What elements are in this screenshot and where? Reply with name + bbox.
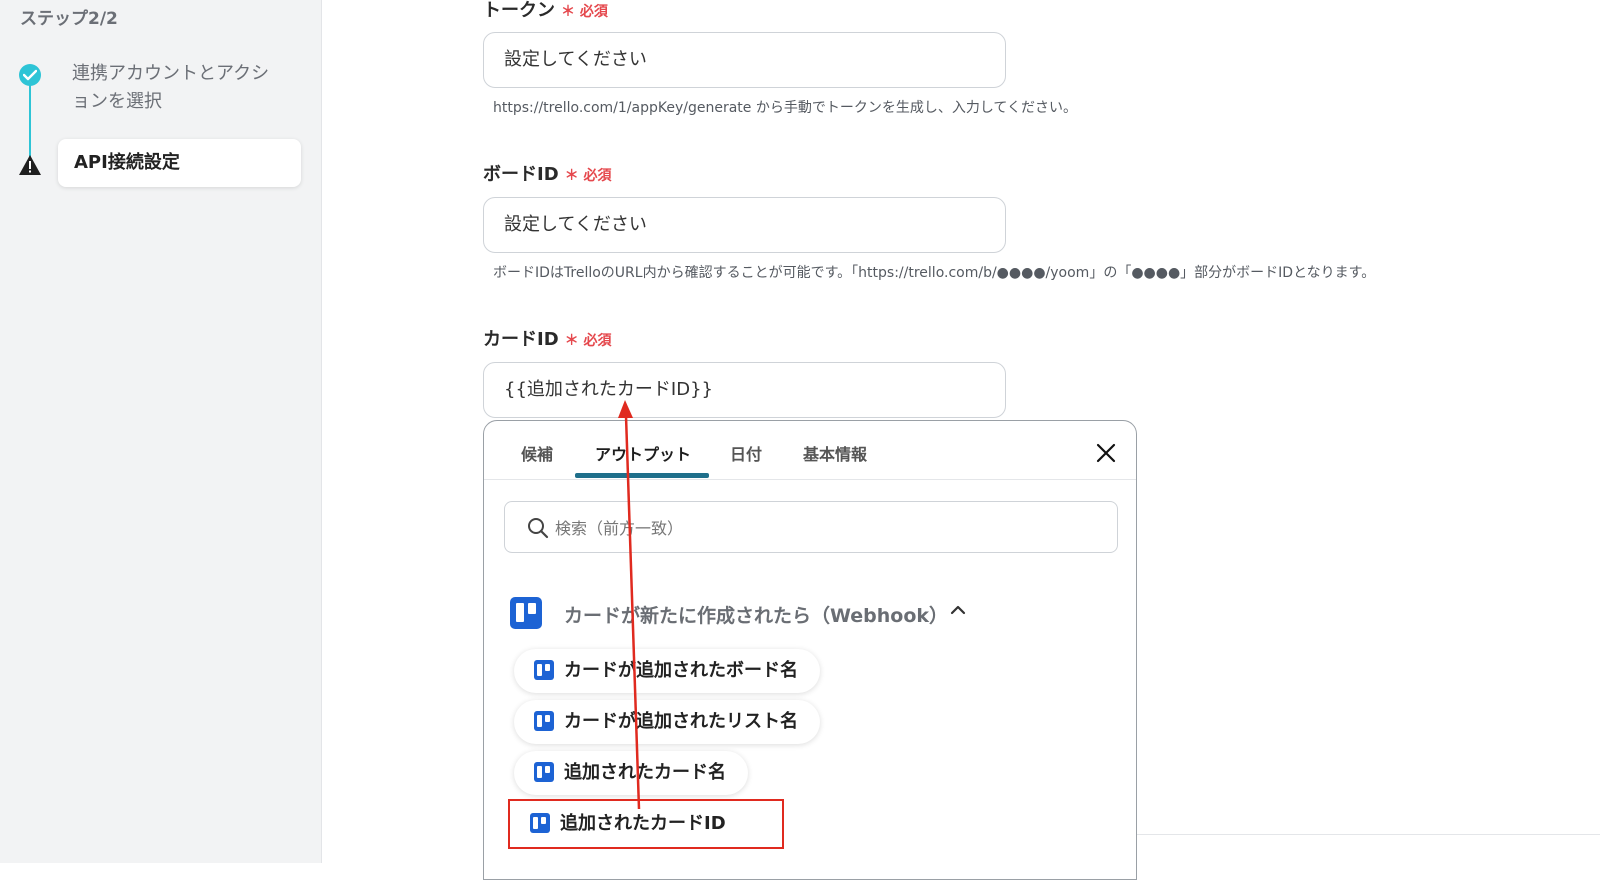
output-item-label: カードが追加されたボード名 <box>564 660 798 681</box>
output-item-label: 追加されたカードID <box>560 813 726 834</box>
board-id-label: ボードID ＊ 必須 <box>483 160 612 186</box>
token-input[interactable]: 設定してください <box>483 32 1006 88</box>
sidebar: ステップ2/2 連携アカウントとアクションを選択 API接続設定 <box>0 0 322 863</box>
output-group-header[interactable]: カードが新たに作成されたら（Webhook） <box>510 597 1110 637</box>
required-mark: ＊ 必須 <box>564 333 612 349</box>
board-id-help-text: ボードIDはTrelloのURL内から確認することが可能です。「https://… <box>493 265 1376 281</box>
step-heading: ステップ2/2 <box>20 9 118 29</box>
chevron-up-icon[interactable] <box>950 603 966 615</box>
output-item-board-name[interactable]: カードが追加されたボード名 <box>514 649 820 693</box>
trello-icon <box>534 710 554 731</box>
step-item-api-settings[interactable]: API接続設定 <box>58 139 301 187</box>
step-connector <box>29 82 31 162</box>
output-item-list-name[interactable]: カードが追加されたリスト名 <box>514 700 820 744</box>
card-id-label: カードID ＊ 必須 <box>483 325 612 351</box>
step-item-account-action[interactable]: 連携アカウントとアクションを選択 <box>72 60 282 116</box>
tab-date[interactable]: 日付 <box>730 441 762 465</box>
required-mark: ＊ 必須 <box>561 4 608 20</box>
board-id-label-text: ボードID <box>483 164 559 185</box>
tab-candidates[interactable]: 候補 <box>521 441 553 465</box>
board-id-input[interactable]: 設定してください <box>483 197 1006 253</box>
output-group-label: カードが新たに作成されたら（Webhook） <box>564 605 949 627</box>
search-box <box>504 501 1118 553</box>
trello-icon <box>510 597 542 629</box>
search-input[interactable] <box>553 512 1097 544</box>
warning-icon <box>19 155 41 175</box>
output-item-label: 追加されたカード名 <box>564 762 726 783</box>
output-item-card-name[interactable]: 追加されたカード名 <box>514 751 748 795</box>
check-icon <box>19 64 41 86</box>
trello-icon <box>534 761 554 782</box>
divider <box>1137 834 1600 835</box>
token-help-text: https://trello.com/1/appKey/generate から手… <box>493 100 1078 116</box>
popup-tabs: 候補 アウトプット 日付 基本情報 <box>484 421 1136 480</box>
tab-output[interactable]: アウトプット <box>595 441 691 465</box>
trello-icon <box>534 659 554 680</box>
required-mark: ＊ 必須 <box>564 168 612 184</box>
close-icon[interactable] <box>1096 443 1116 463</box>
output-picker-popup: 候補 アウトプット 日付 基本情報 カードが新たに作成されたら（Webhook）… <box>483 420 1137 880</box>
search-icon <box>528 518 549 539</box>
card-id-input[interactable]: {{追加されたカードID}} <box>483 362 1006 418</box>
token-label: トークン ＊ 必須 <box>483 0 608 22</box>
trello-icon <box>530 812 550 833</box>
card-id-label-text: カードID <box>483 329 559 350</box>
active-tab-indicator <box>575 473 709 478</box>
token-label-text: トークン <box>483 0 555 21</box>
output-item-card-id[interactable]: 追加されたカードID <box>508 799 784 849</box>
output-item-label: カードが追加されたリスト名 <box>564 711 798 732</box>
tab-basic-info[interactable]: 基本情報 <box>803 441 867 465</box>
